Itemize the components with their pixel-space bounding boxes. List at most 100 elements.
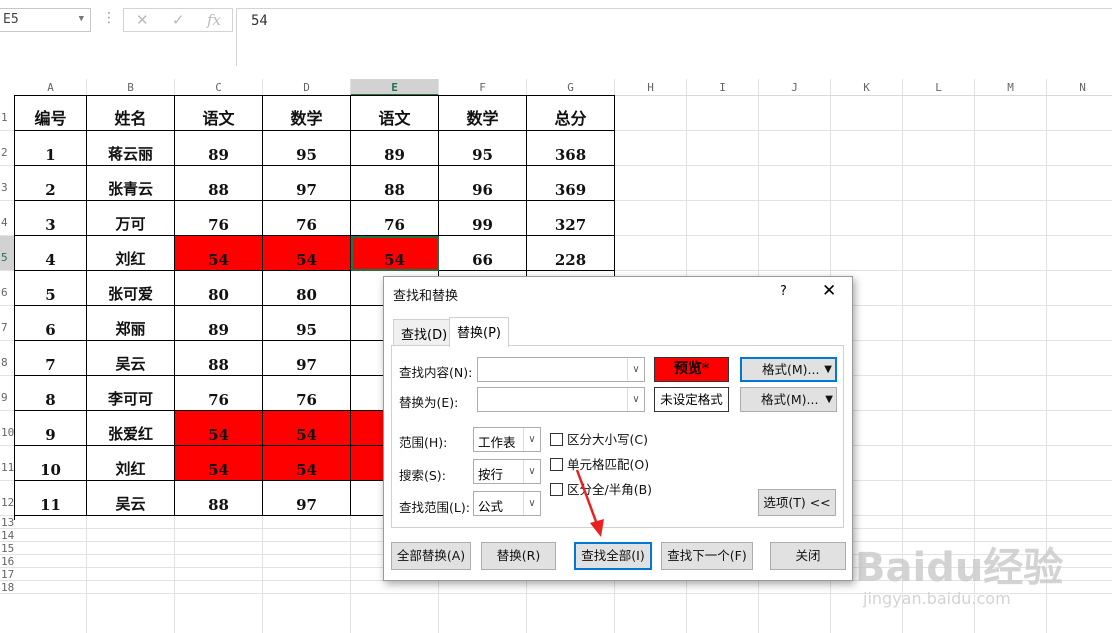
table-cell[interactable]: 54 bbox=[351, 236, 439, 271]
table-cell[interactable]: 吴云 bbox=[87, 481, 175, 516]
table-cell[interactable]: 80 bbox=[263, 271, 351, 306]
table-cell[interactable]: 54 bbox=[175, 446, 263, 481]
column-header-e[interactable]: E bbox=[351, 79, 439, 96]
column-header-m[interactable]: M bbox=[975, 79, 1047, 96]
replace-format-button[interactable]: 格式(M)... ▼ bbox=[740, 387, 837, 412]
row-header-16[interactable]: 16 bbox=[0, 555, 15, 568]
table-cell[interactable]: 228 bbox=[527, 236, 615, 271]
column-header-g[interactable]: G bbox=[527, 79, 615, 96]
table-header-cell[interactable]: 语文 bbox=[175, 96, 263, 131]
table-cell[interactable]: 张青云 bbox=[87, 166, 175, 201]
table-cell[interactable]: 吴云 bbox=[87, 341, 175, 376]
match-cell-checkbox[interactable]: 单元格匹配(O) bbox=[550, 454, 649, 473]
table-header-cell[interactable]: 姓名 bbox=[87, 96, 175, 131]
column-header-c[interactable]: C bbox=[175, 79, 263, 96]
table-cell[interactable]: 5 bbox=[15, 271, 87, 306]
chevron-down-icon[interactable]: ∨ bbox=[523, 428, 540, 451]
find-all-button[interactable]: 查找全部(I) bbox=[574, 542, 652, 570]
table-cell[interactable]: 76 bbox=[263, 376, 351, 411]
table-cell[interactable]: 97 bbox=[263, 166, 351, 201]
chevron-down-icon[interactable]: ∨ bbox=[523, 460, 540, 483]
table-cell[interactable]: 89 bbox=[351, 131, 439, 166]
table-cell[interactable]: 88 bbox=[175, 166, 263, 201]
chevron-down-icon[interactable]: ▼ bbox=[824, 359, 832, 380]
table-cell[interactable]: 万可 bbox=[87, 201, 175, 236]
column-header-a[interactable]: A bbox=[15, 79, 87, 96]
table-cell[interactable]: 3 bbox=[15, 201, 87, 236]
table-cell[interactable]: 96 bbox=[439, 166, 527, 201]
table-cell[interactable]: 76 bbox=[175, 201, 263, 236]
row-header-7[interactable]: 7 bbox=[0, 306, 15, 341]
table-cell[interactable]: 李可可 bbox=[87, 376, 175, 411]
table-cell[interactable]: 6 bbox=[15, 306, 87, 341]
chevron-down-icon[interactable]: ▼ bbox=[825, 388, 833, 411]
table-cell[interactable]: 蒋云丽 bbox=[87, 131, 175, 166]
column-header-d[interactable]: D bbox=[263, 79, 351, 96]
chevron-down-icon[interactable]: ∨ bbox=[523, 492, 540, 515]
table-cell[interactable]: 95 bbox=[439, 131, 527, 166]
row-header-17[interactable]: 17 bbox=[0, 568, 15, 581]
table-cell[interactable]: 张爱红 bbox=[87, 411, 175, 446]
row-header-12[interactable]: 12 bbox=[0, 481, 15, 516]
table-cell[interactable]: 2 bbox=[15, 166, 87, 201]
tab-find[interactable]: 查找(D) bbox=[393, 319, 456, 345]
column-header-l[interactable]: L bbox=[903, 79, 975, 96]
column-header-b[interactable]: B bbox=[87, 79, 175, 96]
formula-input[interactable]: 54 bbox=[236, 8, 1112, 66]
checkbox-box[interactable] bbox=[550, 483, 563, 496]
options-button[interactable]: 选项(T) << bbox=[758, 489, 836, 516]
table-header-cell[interactable]: 语文 bbox=[351, 96, 439, 131]
chevron-down-icon[interactable]: ▼ bbox=[79, 14, 84, 24]
replace-button[interactable]: 替换(R) bbox=[481, 542, 556, 570]
column-header-h[interactable]: H bbox=[615, 79, 687, 96]
table-cell[interactable]: 76 bbox=[175, 376, 263, 411]
cancel-icon[interactable]: ✕ bbox=[136, 11, 149, 29]
enter-icon[interactable]: ✓ bbox=[172, 11, 185, 29]
row-header-3[interactable]: 3 bbox=[0, 166, 15, 201]
row-header-2[interactable]: 2 bbox=[0, 131, 15, 166]
close-button[interactable]: 关闭 bbox=[770, 542, 846, 570]
table-cell[interactable]: 10 bbox=[15, 446, 87, 481]
table-cell[interactable]: 7 bbox=[15, 341, 87, 376]
table-cell[interactable]: 8 bbox=[15, 376, 87, 411]
row-header-4[interactable]: 4 bbox=[0, 201, 15, 236]
table-cell[interactable]: 54 bbox=[263, 411, 351, 446]
table-header-cell[interactable]: 数学 bbox=[263, 96, 351, 131]
chevron-down-icon[interactable]: ∨ bbox=[627, 388, 644, 411]
row-header-15[interactable]: 15 bbox=[0, 542, 15, 555]
table-cell[interactable]: 11 bbox=[15, 481, 87, 516]
name-box[interactable]: E5 ▼ bbox=[0, 8, 91, 32]
row-header-6[interactable]: 6 bbox=[0, 271, 15, 306]
row-header-18[interactable]: 18 bbox=[0, 581, 15, 594]
table-cell[interactable]: 327 bbox=[527, 201, 615, 236]
search-select[interactable]: 按行 ∨ bbox=[473, 459, 541, 484]
chevron-down-icon[interactable]: ∨ bbox=[627, 358, 644, 381]
table-cell[interactable]: 54 bbox=[175, 411, 263, 446]
close-icon[interactable]: ✕ bbox=[822, 281, 836, 301]
scope-select[interactable]: 工作表 ∨ bbox=[473, 427, 541, 452]
column-header-k[interactable]: K bbox=[831, 79, 903, 96]
row-header-14[interactable]: 14 bbox=[0, 529, 15, 542]
table-cell[interactable]: 76 bbox=[351, 201, 439, 236]
table-cell[interactable]: 4 bbox=[15, 236, 87, 271]
match-width-checkbox[interactable]: 区分全/半角(B) bbox=[550, 479, 652, 498]
row-header-1[interactable]: 1 bbox=[0, 96, 15, 131]
help-icon[interactable]: ? bbox=[780, 284, 787, 299]
row-header-5[interactable]: 5 bbox=[0, 236, 15, 271]
table-cell[interactable]: 368 bbox=[527, 131, 615, 166]
row-header-8[interactable]: 8 bbox=[0, 341, 15, 376]
match-case-checkbox[interactable]: 区分大小写(C) bbox=[550, 429, 648, 448]
column-header-n[interactable]: N bbox=[1047, 79, 1112, 96]
table-cell[interactable]: 88 bbox=[175, 341, 263, 376]
column-header-f[interactable]: F bbox=[439, 79, 527, 96]
column-header-j[interactable]: J bbox=[759, 79, 831, 96]
row-header-11[interactable]: 11 bbox=[0, 446, 15, 481]
column-header-i[interactable]: I bbox=[687, 79, 759, 96]
table-cell[interactable]: 97 bbox=[263, 341, 351, 376]
table-cell[interactable]: 刘红 bbox=[87, 446, 175, 481]
table-cell[interactable]: 1 bbox=[15, 131, 87, 166]
table-cell[interactable]: 369 bbox=[527, 166, 615, 201]
table-cell[interactable]: 89 bbox=[175, 306, 263, 341]
tab-replace[interactable]: 替换(P) bbox=[449, 317, 509, 347]
table-header-cell[interactable]: 数学 bbox=[439, 96, 527, 131]
